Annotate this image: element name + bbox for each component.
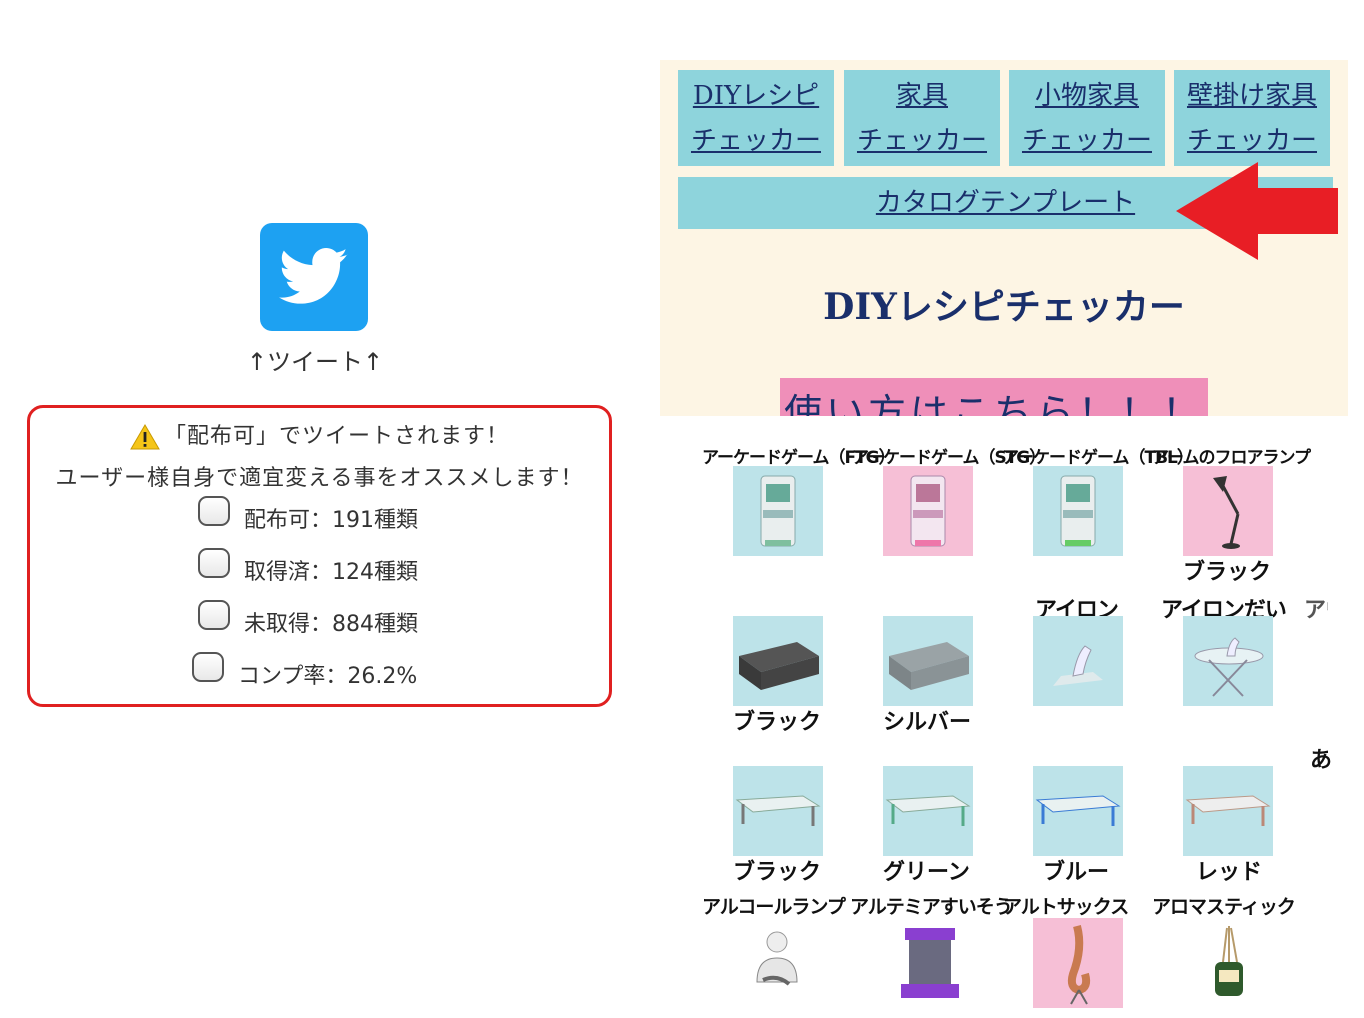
bench-icon	[735, 795, 821, 826]
nav-tile-line1: 壁掛け家具	[1186, 81, 1317, 111]
desk-icon	[889, 642, 969, 690]
nav-furniture-checker[interactable]: 家具 チェッカー	[844, 70, 1000, 166]
variant-label: ブラック	[733, 860, 822, 885]
desk-icon	[739, 642, 819, 690]
variant-label: ブラック	[733, 710, 822, 735]
notice-warning-line: 「配布可」でツイートされます！	[30, 418, 609, 450]
item-name: アロマスティック	[1152, 896, 1296, 918]
tweet-caption: ↑ツイート↑	[246, 348, 384, 376]
notice-line-2: ユーザー様自身で適宜変える事をオススメします！	[55, 466, 584, 491]
arcade-stg-thumb[interactable]	[883, 466, 973, 556]
unacquired-checkbox[interactable]	[198, 600, 230, 630]
nav-tile-line1: DIYレシピ	[692, 81, 820, 111]
aquarium-icon	[901, 928, 959, 998]
floor-lamp-thumb[interactable]	[1183, 466, 1273, 556]
nav-tile-line2: チェッカー	[690, 126, 821, 156]
stat-label: 配布可：191種類	[244, 508, 418, 533]
iron-thumb[interactable]	[1033, 616, 1123, 706]
arcade-cabinet-icon	[760, 475, 796, 547]
bench-green-thumb[interactable]	[883, 766, 973, 856]
aquarium-thumb[interactable]	[883, 918, 973, 1008]
alcohol-lamp-icon	[756, 931, 798, 986]
tweet-button[interactable]	[260, 223, 368, 331]
nav-tile-line2: チェッカー	[1186, 126, 1317, 156]
stat-row-unacquired: 未取得：884種類	[198, 600, 418, 638]
variant-label: レッド	[1196, 860, 1263, 885]
nav-small-furniture-checker[interactable]: 小物家具 チェッカー	[1009, 70, 1165, 166]
warning-icon	[130, 424, 160, 450]
arcade-ftg-thumb[interactable]	[733, 466, 823, 556]
arcade-cabinet-icon	[910, 475, 946, 547]
stat-row-acquired: 取得済：124種類	[198, 548, 418, 586]
stat-label: 取得済：124種類	[244, 560, 418, 585]
nav-wall-furniture-checker[interactable]: 壁掛け家具 チェッカー	[1174, 70, 1330, 166]
alto-sax-thumb[interactable]	[1033, 918, 1123, 1008]
stat-label: コンプ率：26.2%	[238, 664, 418, 689]
bench-icon	[1035, 795, 1121, 826]
tweet-button-wrap	[260, 223, 370, 331]
nav-tile-line2: チェッカー	[856, 126, 987, 156]
side-char: あ	[1310, 748, 1333, 773]
iron-icon	[1053, 645, 1103, 686]
ironing-board-icon	[1194, 637, 1264, 697]
item-name: アルテミアすいそう	[850, 896, 1013, 918]
acquired-checkbox[interactable]	[198, 548, 230, 578]
item-name-cut: アウ	[1304, 598, 1328, 623]
item-name: アームのフロアランプ	[1152, 448, 1311, 468]
stat-row-completion: コンプ率：26.2%	[192, 652, 418, 690]
nav-diy-recipe-checker[interactable]: DIYレシピ チェッカー	[678, 70, 834, 166]
aroma-diffuser-icon	[1215, 926, 1243, 996]
nav-tile-line1: 小物家具	[1034, 81, 1139, 111]
variant-label: グリーン	[883, 860, 970, 885]
arcade-tbl-thumb[interactable]	[1033, 466, 1123, 556]
distributable-checkbox[interactable]	[198, 496, 230, 526]
nav-tile-line1: 家具	[895, 81, 948, 111]
floor-lamp-icon	[1213, 476, 1240, 549]
bench-icon	[1185, 795, 1271, 826]
bench-icon	[885, 795, 971, 826]
howto-link[interactable]: 使い方はこちら！！！	[780, 378, 1209, 416]
arcade-cabinet-icon	[1060, 475, 1096, 547]
bench-red-thumb[interactable]	[1183, 766, 1273, 856]
twitter-bird-icon	[279, 248, 348, 304]
variant-label: ブラック	[1183, 560, 1272, 585]
stat-label: 未取得：884種類	[244, 612, 418, 637]
alcohol-lamp-thumb[interactable]	[733, 918, 823, 1008]
completion-checkbox[interactable]	[192, 652, 224, 682]
ironing-board-thumb[interactable]	[1183, 616, 1273, 706]
notice-line-1: 「配布可」でツイートされます！	[163, 424, 509, 449]
item-name: アルコールランプ	[702, 896, 846, 918]
variant-label: ブルー	[1043, 860, 1110, 885]
variant-label: シルバー	[883, 710, 972, 735]
bench-blue-thumb[interactable]	[1033, 766, 1123, 856]
nav-tile-line2: チェッカー	[1021, 126, 1152, 156]
item-name: アルトサックス	[1003, 896, 1129, 918]
site-title: DIYレシピチェッカー	[823, 286, 1185, 328]
saxophone-icon	[1067, 924, 1091, 1005]
bench-black-thumb[interactable]	[733, 766, 823, 856]
desk-silver-thumb[interactable]	[883, 616, 973, 706]
stat-row-distributable: 配布可：191種類	[198, 496, 418, 534]
desk-black-thumb[interactable]	[733, 616, 823, 706]
aroma-stick-thumb[interactable]	[1183, 918, 1273, 1008]
red-arrow-icon	[1176, 162, 1338, 260]
site-header-panel: DIYレシピ チェッカー 家具 チェッカー 小物家具 チェッカー 壁掛け家具 チ…	[660, 60, 1348, 416]
